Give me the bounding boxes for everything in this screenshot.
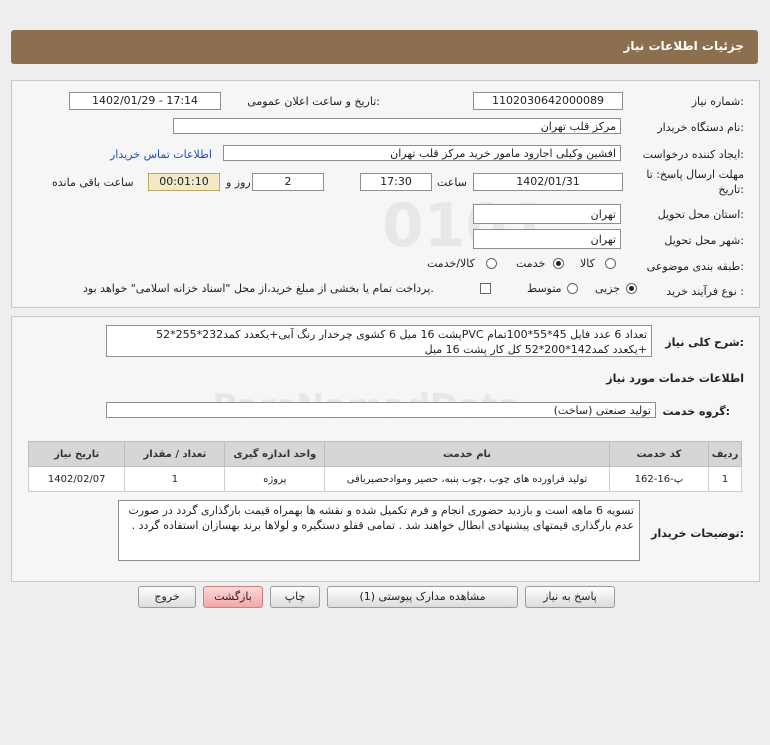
deadline-label: مهلت ارسال پاسخ: تا — [646, 168, 744, 181]
remaining-time-label: ساعت باقی مانده — [52, 176, 134, 189]
service-group-field: تولید صنعتی (ساخت) — [106, 402, 656, 418]
province-field: تهران — [473, 204, 621, 224]
service-group-label: گروه خدمت: — [662, 405, 730, 418]
buyer-org-label: نام دستگاه خریدار: — [657, 121, 744, 134]
cell-need-date: 1402/02/07 — [27, 466, 126, 492]
days-count-field: 2 — [252, 173, 324, 191]
process-radio-minor[interactable] — [626, 283, 637, 294]
announce-date-field: 1402/01/29 - 17:14 — [69, 92, 221, 110]
deadline-time-label: ساعت — [437, 176, 467, 189]
requester-label: ایجاد کننده درخواست: — [642, 148, 744, 161]
cell-service-name: تولید فراورده های چوب ،چوب پنبه، حصیر وم… — [324, 466, 610, 492]
col-service-name: نام خدمت — [324, 441, 610, 467]
services-table: تاریخ نیاز تعداد / مقدار واحد اندازه گیر… — [27, 441, 742, 492]
reply-button[interactable]: پاسخ به نیاز — [525, 586, 615, 608]
buyer-notes-label: توضیحات خریدار: — [651, 527, 744, 540]
back-button[interactable]: بازگشت — [203, 586, 263, 608]
remaining-time-field: 00:01:10 — [148, 173, 220, 191]
table-header-row: تاریخ نیاز تعداد / مقدار واحد اندازه گیر… — [27, 441, 742, 467]
col-unit: واحد اندازه گیری — [224, 441, 326, 467]
cell-quantity: 1 — [124, 466, 226, 492]
description-line-2: +یکعدد کمد142*200*52 کل کار پشت 16 میل — [424, 343, 647, 356]
deadline-label-date: تاریخ: — [718, 183, 744, 196]
category-option-goods-service: کالا/خدمت — [427, 257, 475, 270]
cell-row: 1 — [708, 466, 742, 492]
city-field: تهران — [473, 229, 621, 249]
process-label: نوع فرآیند خرید : — [666, 285, 744, 298]
cell-unit: پروژه — [224, 466, 326, 492]
cell-service-code: پ-16-162 — [608, 466, 710, 492]
print-button[interactable]: چاپ — [270, 586, 320, 608]
page-header: جزئیات اطلاعات نیاز — [11, 30, 758, 64]
treasury-checkbox[interactable] — [480, 283, 491, 294]
category-label: طبقه بندی موضوعی: — [646, 260, 744, 273]
col-row: ردیف — [708, 441, 742, 467]
requester-field: افشین وکیلی اجارود مامور خرید مرکز قلب ت… — [223, 145, 621, 161]
col-service-code: کد خدمت — [608, 441, 710, 467]
buyer-notes-box: تسویه 6 ماهه است و بازدید حضوری انجام و … — [118, 500, 640, 561]
need-number-label: شماره نیاز: — [691, 95, 744, 108]
view-attachments-button[interactable]: مشاهده مدارک پیوستی (1) — [327, 586, 518, 608]
announce-date-label: تاریخ و ساعت اعلان عمومی: — [247, 95, 380, 108]
col-need-date: تاریخ نیاز — [27, 441, 126, 467]
process-radio-medium[interactable] — [567, 283, 578, 294]
table-row: 1402/02/07 1 پروژه تولید فراورده های چوب… — [27, 466, 742, 492]
process-option-medium: متوسط — [527, 282, 562, 295]
category-option-service: خدمت — [516, 257, 546, 270]
buyer-org-field: مرکز قلب تهران — [173, 118, 621, 134]
buyer-contact-link[interactable]: اطلاعات تماس خریدار — [110, 148, 212, 161]
page-title: جزئیات اطلاعات نیاز — [623, 39, 744, 53]
deadline-date-field: 1402/01/31 — [473, 173, 623, 191]
category-option-goods: کالا — [580, 257, 595, 270]
description-box: تعداد 6 عدد فایل 45*55*100تمام PVCپشت 16… — [106, 325, 652, 357]
col-quantity: تعداد / مقدار — [124, 441, 226, 467]
services-section-title: اطلاعات خدمات مورد نیاز — [606, 372, 744, 385]
city-label: شهر محل تحویل: — [664, 234, 744, 247]
deadline-time-field: 17:30 — [360, 173, 432, 191]
process-option-minor: جزیی — [595, 282, 621, 295]
treasury-note: پرداخت تمام یا بخشی از مبلغ خرید،از محل … — [83, 282, 434, 295]
need-info-panel: 0101 — [11, 80, 760, 308]
category-radio-goods[interactable] — [605, 258, 616, 269]
province-label: استان محل تحویل: — [657, 208, 744, 221]
days-label: روز و — [226, 176, 251, 189]
description-line-1: تعداد 6 عدد فایل 45*55*100تمام PVCپشت 16… — [156, 328, 647, 341]
exit-button[interactable]: خروج — [138, 586, 196, 608]
need-number-field: 1102030642000089 — [473, 92, 623, 110]
description-label: شرح کلی نیاز: — [665, 336, 744, 349]
category-radio-goods-service[interactable] — [486, 258, 497, 269]
watermark-logo: 0101 — [382, 191, 549, 261]
category-radio-service[interactable] — [553, 258, 564, 269]
